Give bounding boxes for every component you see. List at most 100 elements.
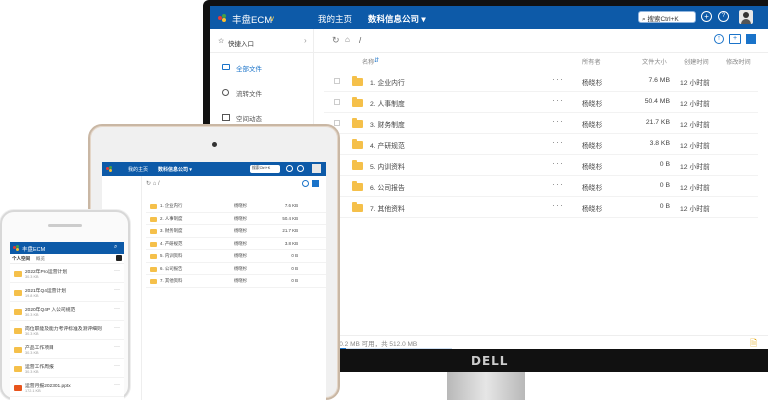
phone-screen: 丰盘ECM ⌕ 个人空间 概览 2022年Pro运营计划 30.3 KB ··· 20… — [10, 242, 124, 400]
list-item-size: 30.3 KB — [25, 313, 39, 317]
help-icon[interactable]: ? — [718, 11, 729, 22]
row-name[interactable]: 7. 其他资料 — [370, 203, 405, 213]
phone-add-icon[interactable] — [116, 255, 122, 261]
row-name[interactable]: 4. 产研规范 — [370, 140, 405, 150]
more-icon[interactable]: ··· — [552, 95, 564, 105]
tablet-row-name[interactable]: 2. 人事制度 — [160, 216, 182, 222]
upload-icon[interactable]: ↑ — [714, 34, 724, 44]
tablet-upload-icon[interactable] — [302, 180, 309, 187]
table-row[interactable]: 1. 企业内行 ··· 杨晓杉 7.6 MB 12 小时前 — [324, 71, 758, 92]
list-item[interactable]: 2021年Q4运营计划 19.8 KB ··· — [10, 284, 124, 302]
tablet-help-icon[interactable] — [297, 165, 304, 172]
tablet-table-row[interactable]: 7. 其他资料 杨晓杉 0 B — [146, 275, 326, 288]
tablet-table-row[interactable]: 5. 内训资料 杨晓杉 0 B — [146, 250, 326, 263]
more-icon[interactable]: ··· — [114, 363, 120, 369]
tablet-row-name[interactable]: 3. 财务制度 — [160, 228, 182, 234]
row-created: 12 小时前 — [680, 122, 710, 129]
nav-home[interactable]: 我的主页 — [318, 13, 352, 25]
more-icon[interactable]: ··· — [114, 287, 120, 293]
file-icon — [222, 64, 230, 70]
new-folder-icon[interactable]: + — [729, 34, 741, 44]
row-name[interactable]: 1. 企业内行 — [370, 77, 405, 87]
phone-search-icon[interactable]: ⌕ — [114, 244, 117, 251]
row-checkbox[interactable] — [334, 99, 340, 105]
tablet-view-icon[interactable] — [312, 180, 319, 187]
table-row[interactable]: 4. 产研规范 ··· 杨晓杉 3.8 KB 12 小时前 — [324, 134, 758, 155]
table-row[interactable]: 7. 其他资料 ··· 杨晓杉 0 B 12 小时前 — [324, 197, 758, 218]
tablet-table-row[interactable]: 3. 财务制度 杨晓杉 21.7 KB — [146, 225, 326, 238]
tablet-row-name[interactable]: 7. 其他资料 — [160, 278, 182, 284]
row-checkbox[interactable] — [334, 120, 340, 126]
row-name[interactable]: 6. 公司报告 — [370, 182, 405, 192]
tablet-nav-company[interactable]: 数科信息公司 ▾ — [158, 166, 192, 173]
col-size[interactable]: 文件大小 — [642, 57, 667, 66]
more-icon[interactable]: ··· — [552, 74, 564, 84]
tablet-add-icon[interactable] — [286, 165, 293, 172]
tablet-table-row[interactable]: 6. 公司报告 杨晓杉 0 B — [146, 263, 326, 275]
more-icon[interactable]: ··· — [114, 306, 120, 312]
row-name[interactable]: 3. 财务制度 — [370, 119, 405, 129]
row-name[interactable]: 5. 内训资料 — [370, 161, 405, 171]
table-row[interactable]: 2. 人事制度 ··· 杨晓杉 50.4 MB 12 小时前 — [324, 92, 758, 113]
phone-tab-overview[interactable]: 概览 — [36, 256, 45, 262]
tablet-search-button[interactable]: 搜索Ctrl+K — [250, 165, 280, 173]
phone-tab-personal[interactable]: 个人空间 — [12, 256, 30, 262]
folder-icon — [150, 266, 157, 272]
row-created: 12 小时前 — [680, 206, 710, 213]
more-icon[interactable]: ··· — [114, 344, 120, 350]
tablet-table-row[interactable]: 2. 人事制度 杨晓杉 50.4 KB — [146, 213, 326, 225]
tablet-avatar[interactable] — [312, 164, 321, 173]
sort-icon[interactable]: ⇵ — [374, 57, 379, 64]
col-name[interactable]: 名称 — [362, 57, 374, 66]
more-icon[interactable]: ··· — [114, 325, 120, 331]
app-brand-suffix: v — [270, 14, 274, 23]
tablet-table-row[interactable]: 1. 企业内行 杨晓杉 7.6 KB — [146, 200, 326, 213]
list-item[interactable]: 2022年Pro运营计划 30.3 KB ··· — [10, 265, 124, 283]
folder-icon — [150, 204, 157, 209]
more-icon[interactable]: ··· — [114, 382, 120, 388]
more-icon[interactable]: ··· — [552, 116, 564, 126]
table-row[interactable]: 3. 财务制度 ··· 杨晓杉 21.7 KB 12 小时前 — [324, 113, 758, 134]
folder-icon — [352, 139, 363, 149]
list-item[interactable]: 岗位职能及能力考评标准及测评细则 30.3 KB ··· — [10, 322, 124, 340]
refresh-icon[interactable]: ↻ — [332, 35, 340, 46]
tablet-nav-home[interactable]: 我的主页 — [128, 166, 148, 173]
list-item-name: 运营月报202301.pptx — [25, 384, 71, 389]
folder-icon — [352, 160, 363, 170]
nav-company[interactable]: 数科信息公司 ▾ — [368, 13, 426, 25]
avatar[interactable] — [739, 10, 753, 24]
more-icon[interactable]: ··· — [114, 268, 120, 274]
more-icon[interactable]: ··· — [552, 179, 564, 189]
more-icon[interactable]: ··· — [552, 137, 564, 147]
col-owner[interactable]: 所有者 — [582, 57, 601, 66]
home-icon[interactable]: ⌂ — [345, 35, 350, 44]
table-row[interactable]: 6. 公司报告 ··· 杨晓杉 0 B 12 小时前 — [324, 176, 758, 197]
tablet-row-name[interactable]: 1. 企业内行 — [160, 203, 182, 209]
col-modified[interactable]: 修改时间 — [726, 57, 751, 66]
more-icon[interactable]: ··· — [552, 200, 564, 210]
more-icon[interactable]: ··· — [552, 158, 564, 168]
list-item[interactable]: 运营月报202301.pptx 172.1 KB ··· — [10, 379, 124, 397]
tablet-row-name[interactable]: 5. 内训资料 — [160, 253, 182, 259]
view-toggle-icon[interactable] — [746, 34, 756, 44]
sidebar-header[interactable]: ☆ 快捷入口 › — [210, 29, 314, 53]
tablet-row-owner: 杨晓杉 — [234, 215, 248, 221]
list-item[interactable]: 运营工作周报 30.3 KB ··· — [10, 360, 124, 378]
search-button[interactable]: ⌕ 搜索Ctrl+K — [638, 11, 696, 23]
tablet-row-name[interactable]: 4. 产研规范 — [160, 241, 182, 247]
trash-icon[interactable]: 🗎 — [750, 336, 757, 349]
list-item[interactable]: 2020年Q4P 入公司规范 30.3 KB ··· — [10, 303, 124, 321]
tablet-row-name[interactable]: 6. 公司报告 — [160, 266, 182, 272]
add-icon[interactable]: + — [701, 11, 712, 22]
folder-icon — [352, 76, 363, 86]
tablet-screen: 我的主页 数科信息公司 ▾ 搜索Ctrl+K ↻ ⌂ / 1. 企业内行 杨晓杉 7… — [102, 162, 326, 400]
col-created[interactable]: 创建时间 — [684, 57, 709, 66]
tablet-refresh-icon[interactable]: ↻ ⌂ / — [146, 180, 160, 187]
phone-topbar: 丰盘ECM ⌕ — [10, 242, 124, 254]
table-row[interactable]: 5. 内训资料 ··· 杨晓杉 0 B 12 小时前 — [324, 155, 758, 176]
row-checkbox[interactable] — [334, 78, 340, 84]
tablet-row-size: 7.6 KB — [284, 203, 298, 208]
list-item[interactable]: 产品工作项目 30.3 KB ··· — [10, 341, 124, 359]
tablet-table-row[interactable]: 4. 产研规范 杨晓杉 3.8 KB — [146, 238, 326, 250]
row-name[interactable]: 2. 人事制度 — [370, 98, 405, 108]
